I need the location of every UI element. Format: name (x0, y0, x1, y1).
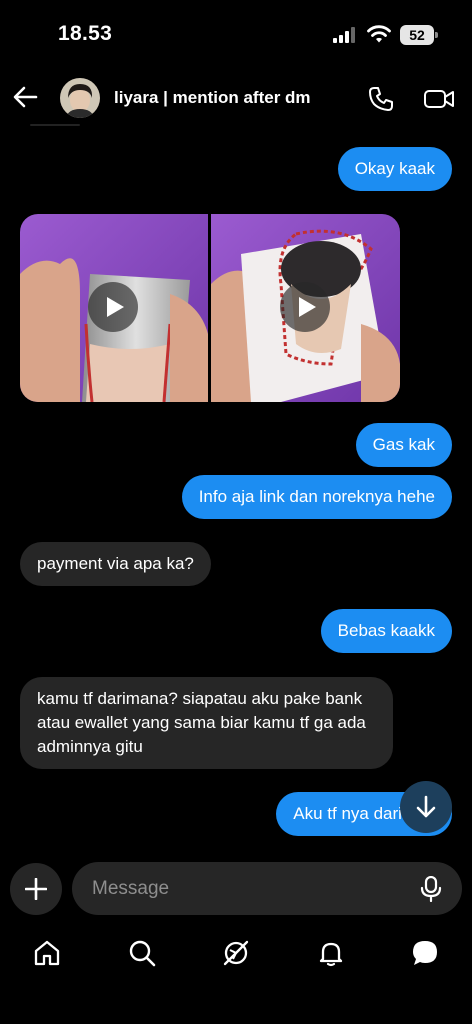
message-outgoing[interactable]: Okay kaak (337, 147, 452, 191)
video-thumbnail[interactable] (211, 214, 400, 402)
cellular-signal-icon (333, 27, 355, 43)
notifications-icon[interactable] (316, 938, 346, 968)
scroll-to-bottom-button[interactable] (400, 781, 452, 833)
home-icon[interactable] (32, 938, 62, 968)
video-camera-icon[interactable] (423, 85, 455, 113)
microphone-icon[interactable] (419, 876, 443, 902)
wifi-icon (367, 25, 391, 43)
play-icon[interactable] (279, 282, 330, 332)
search-icon[interactable] (127, 938, 157, 968)
battery-level: 52 (409, 27, 425, 43)
plus-icon (25, 878, 47, 900)
message-text: Okay kaak (354, 159, 435, 178)
message-outgoing[interactable]: Bebas kaakk (320, 609, 452, 653)
avatar[interactable] (60, 78, 100, 118)
battery-indicator: 52 (400, 25, 438, 45)
bottom-navigation (0, 930, 472, 990)
message-incoming[interactable]: payment via apa ka? (20, 542, 211, 586)
message-field[interactable] (72, 862, 462, 915)
avatar-photo (60, 78, 100, 118)
messages-icon[interactable] (410, 938, 440, 968)
play-icon[interactable] (88, 282, 138, 332)
message-incoming[interactable]: kamu tf darimana? siapatau aku pake bank… (20, 677, 393, 769)
message-text: kamu tf darimana? siapatau aku pake bank… (37, 689, 366, 756)
add-attachment-button[interactable] (10, 863, 62, 915)
arrow-down-icon (416, 795, 436, 818)
phone-icon[interactable] (367, 85, 395, 113)
home-indicator (166, 1009, 306, 1014)
status-bar: 18.53 52 (0, 0, 472, 70)
contact-name[interactable]: liyara | mention after dm (114, 88, 311, 108)
message-text: payment via apa ka? (37, 554, 194, 573)
back-arrow-icon[interactable] (10, 82, 40, 112)
message-input[interactable] (92, 862, 392, 915)
video-attachments (20, 214, 400, 402)
video-thumbnail[interactable] (20, 214, 208, 402)
message-text: Gas kak (372, 435, 435, 454)
message-outgoing[interactable]: Gas kak (355, 423, 452, 467)
explore-icon[interactable] (221, 938, 251, 968)
message-outgoing[interactable]: Info aja link dan noreknya hehe (181, 475, 452, 519)
chat-header: liyara | mention after dm (0, 70, 472, 130)
message-text: Bebas kaakk (337, 621, 435, 640)
message-text: Info aja link dan noreknya hehe (198, 487, 435, 506)
status-time: 18.53 (58, 22, 113, 45)
